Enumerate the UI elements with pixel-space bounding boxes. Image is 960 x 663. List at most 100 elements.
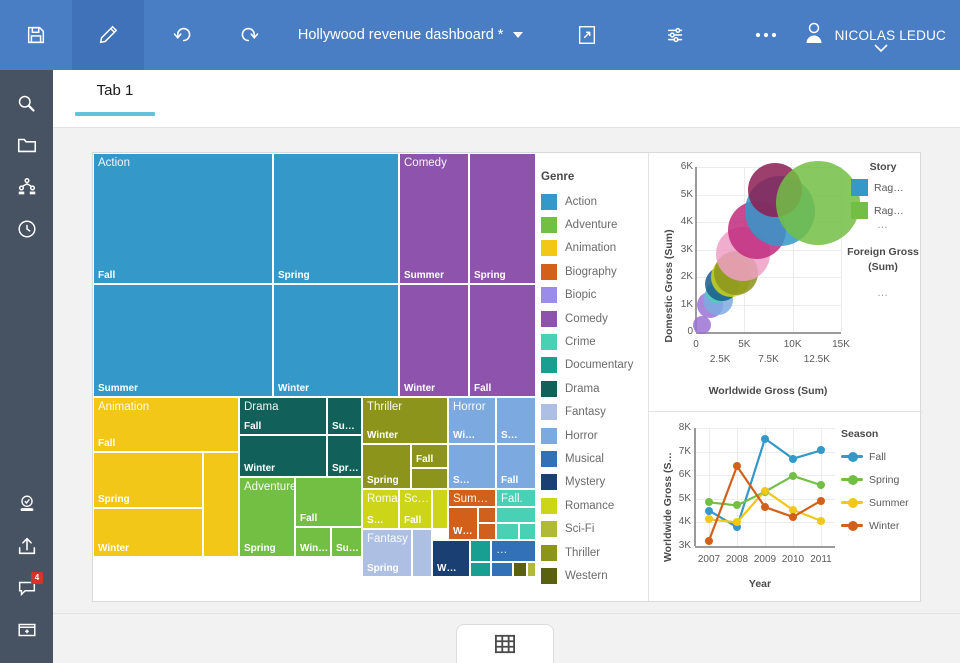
redo-icon[interactable] [216,0,288,70]
add-sheet-icon[interactable] [0,609,53,651]
edit-pencil-icon[interactable] [72,0,144,70]
treemap-cell[interactable]: Sum… [448,489,496,507]
treemap-chart[interactable]: ActionFallSpringComedySummerSpringSummer… [93,153,536,601]
undo-icon[interactable] [144,0,216,70]
treemap-cell[interactable]: ActionFall [93,153,273,284]
line-data-point[interactable] [761,503,769,511]
genre-legend-item[interactable]: Documentary [541,354,651,377]
line-chart[interactable]: Worldwide Gross (S… 3K4K5K6K7K8K 2007200… [649,411,923,601]
story-legend-item[interactable]: Rag… [845,179,921,196]
treemap-cell[interactable]: Winter [273,284,399,397]
treemap-cell[interactable]: HorrorWi… [448,397,496,444]
story-legend-item[interactable]: Rag… [845,202,921,219]
treemap-cell[interactable]: W… [432,540,470,577]
treemap-cell[interactable]: RomanceS… [362,489,399,529]
treemap-cell[interactable]: Spring [362,444,411,489]
treemap-cell[interactable] [412,529,432,577]
treemap-cell[interactable]: Win… [295,527,331,557]
line-data-point[interactable] [705,537,713,545]
treemap-cell[interactable]: Fall [496,444,536,489]
scatter-chart[interactable]: Domestic Gross (Sum) 01K2K3K4K5K6K 05K10… [649,153,923,409]
treemap-cell[interactable] [203,452,239,557]
treemap-cell[interactable]: Fall [411,444,448,468]
treemap-cell[interactable]: Winter [399,284,469,397]
treemap-cell[interactable]: AnimationFall [93,397,239,452]
treemap-cell[interactable]: FantasySpring [362,529,412,577]
treemap-cell[interactable]: Spring [469,153,536,284]
treemap-cell[interactable]: Winter [239,435,327,477]
more-ellipsis-icon[interactable] [730,0,802,70]
genre-legend-item[interactable]: Mystery [541,471,651,494]
genre-legend-item[interactable]: Action [541,190,651,213]
treemap-cell[interactable]: Sc…Fall [399,489,432,529]
genre-legend-item[interactable]: Biography [541,260,651,283]
treemap-cell[interactable]: … [491,540,536,562]
treemap-cell[interactable]: Su… [327,397,362,435]
save-icon[interactable] [0,0,72,70]
treemap-cell[interactable]: Su… [331,527,362,557]
sheet-tab[interactable] [456,624,554,663]
genre-legend-item[interactable]: Crime [541,330,651,353]
genre-legend-item[interactable]: Animation [541,237,651,260]
scatter-bubble[interactable] [693,316,711,334]
genre-legend-item[interactable]: Western [541,564,651,587]
upload-icon[interactable] [0,525,53,567]
genre-legend-item[interactable]: Drama [541,377,651,400]
folder-icon[interactable] [0,124,53,166]
treemap-cell[interactable]: DramaFall [239,397,327,435]
treemap-cell[interactable]: ComedySummer [399,153,469,284]
treemap-cell[interactable] [496,523,519,540]
document-title-menu[interactable]: Hollywood revenue dashboard * [298,27,524,43]
data-sources-icon[interactable] [0,166,53,208]
genre-legend-item[interactable]: Thriller [541,541,651,564]
line-data-point[interactable] [761,487,769,495]
season-legend-item[interactable]: Winter [841,514,919,537]
treemap-cell[interactable]: AdventureSpring [239,477,295,557]
line-data-point[interactable] [789,455,797,463]
line-data-point[interactable] [817,517,825,525]
tab-1[interactable]: Tab 1 [75,78,155,116]
treemap-cell[interactable] [411,468,448,489]
line-data-point[interactable] [789,513,797,521]
genre-legend-item[interactable]: Horror [541,424,651,447]
treemap-cell[interactable] [519,523,536,540]
treemap-cell[interactable] [432,489,448,529]
genre-legend-item[interactable]: Fantasy [541,401,651,424]
line-data-point[interactable] [817,497,825,505]
treemap-cell[interactable]: Spring [273,153,399,284]
sliders-settings-icon[interactable] [640,0,712,70]
line-data-point[interactable] [789,472,797,480]
genre-legend-item[interactable]: Adventure [541,213,651,236]
treemap-cell[interactable]: S… [448,444,496,489]
treemap-cell[interactable] [478,523,496,540]
line-data-point[interactable] [705,507,713,515]
treemap-cell[interactable] [513,562,527,577]
treemap-cell[interactable]: Fall. [496,489,536,507]
treemap-cell[interactable] [470,540,491,562]
genre-legend-item[interactable]: Romance [541,494,651,517]
recent-clock-icon[interactable] [0,208,53,250]
genre-legend-item[interactable]: Musical [541,447,651,470]
treemap-cell[interactable]: Spr… [327,435,362,477]
season-legend-item[interactable]: Summer [841,491,919,514]
genre-legend-item[interactable]: Sci-Fi [541,517,651,540]
tasks-check-icon[interactable] [0,483,53,525]
treemap-cell[interactable]: ThrillerWinter [362,397,448,444]
treemap-cell[interactable]: S… [496,397,536,444]
treemap-cell[interactable] [478,507,496,523]
treemap-cell[interactable] [491,562,513,577]
presentation-expand-icon[interactable] [551,0,623,70]
treemap-cell[interactable]: Fall [469,284,536,397]
treemap-cell[interactable] [527,562,536,577]
user-chevron-down-icon[interactable] [874,40,888,58]
treemap-cell[interactable]: Spring [93,452,203,508]
genre-legend-item[interactable]: Comedy [541,307,651,330]
line-data-point[interactable] [761,435,769,443]
genre-legend-item[interactable]: Biopic [541,284,651,307]
season-legend-item[interactable]: Spring [841,468,919,491]
search-icon[interactable] [0,82,53,124]
comments-icon[interactable]: 4 [0,567,53,609]
treemap-cell[interactable] [470,562,491,577]
treemap-cell[interactable]: W… [448,507,478,540]
treemap-cell[interactable]: Winter [93,508,203,557]
